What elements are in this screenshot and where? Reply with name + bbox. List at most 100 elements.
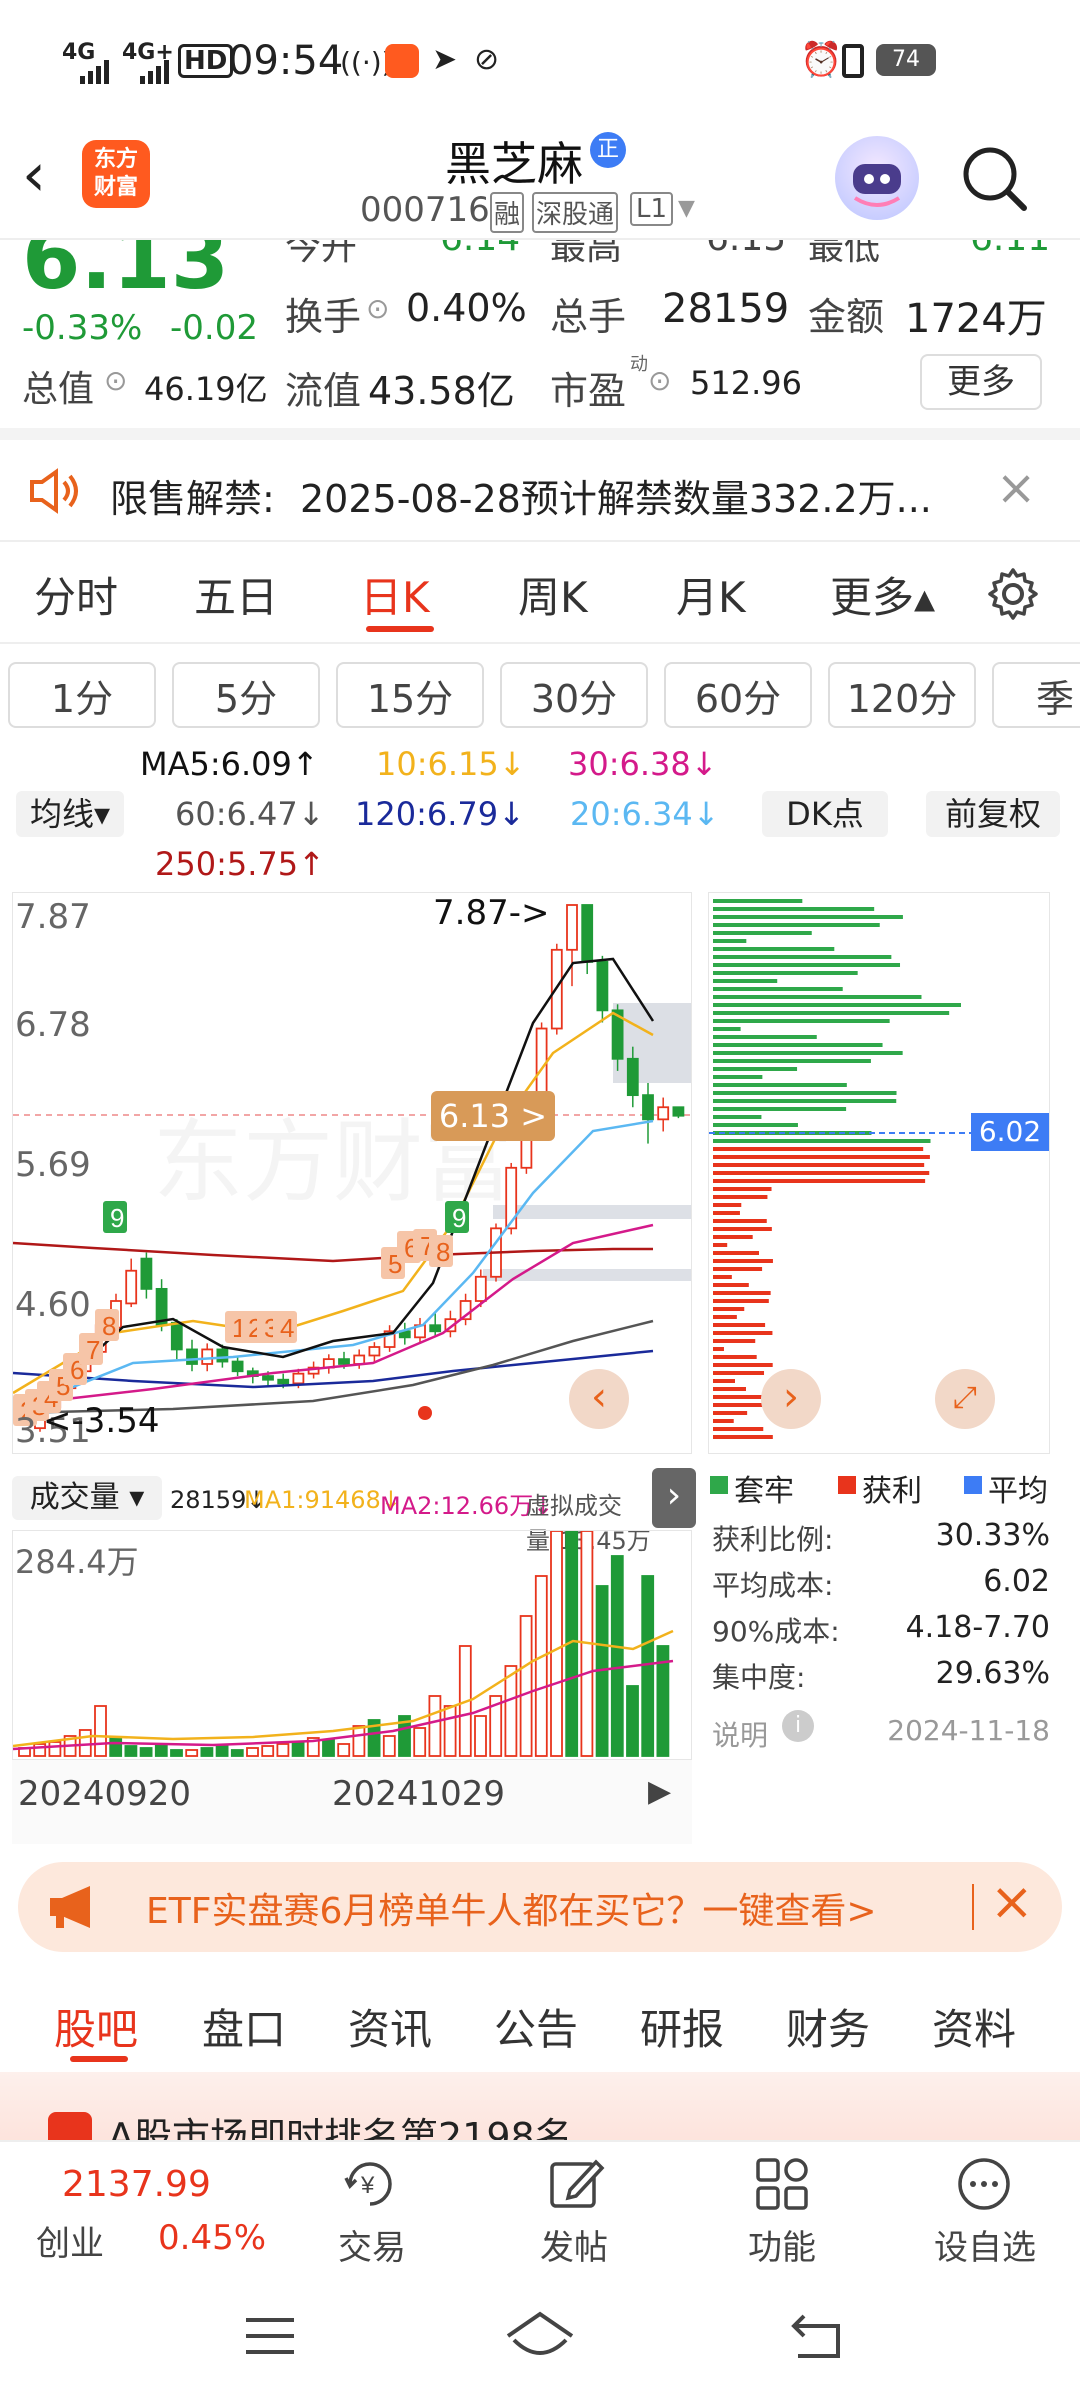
- period-30min[interactable]: 30分: [500, 662, 648, 728]
- grid-function-icon[interactable]: [752, 2154, 812, 2214]
- period-120min[interactable]: 120分: [828, 662, 976, 728]
- avg-cost-value: 6.02: [983, 1564, 1050, 1599]
- period-60min[interactable]: 60分: [664, 662, 812, 728]
- mktcap-label: 总值: [22, 369, 95, 410]
- tab-research[interactable]: 研报: [640, 1996, 724, 2057]
- amount-value: 1724万: [905, 296, 1047, 342]
- period-15min[interactable]: 15分: [336, 662, 484, 728]
- speaker-icon: [28, 468, 80, 514]
- tab-orderbook[interactable]: 盘口: [202, 1996, 286, 2057]
- amount-label: 金额: [808, 295, 885, 339]
- nav-add-watchlist[interactable]: 设自选: [934, 2220, 1036, 2269]
- chip-bar: [713, 1371, 765, 1375]
- collapse-arrow-icon[interactable]: ›: [652, 1468, 696, 1528]
- back-icon[interactable]: [790, 2312, 846, 2360]
- dropdown-arrow-icon[interactable]: ▼: [678, 196, 695, 221]
- lockup-notice[interactable]: 限售解禁: 2025-08-28预计解禁数量332.2万... ×: [0, 440, 1080, 540]
- content-tab-indicator: [70, 2056, 128, 2062]
- chip-bar: [713, 1379, 735, 1383]
- legend-swatch-blue: [964, 1476, 982, 1494]
- chip-bar: [713, 1291, 771, 1295]
- tag-connect: 深股通: [532, 192, 619, 233]
- info-icon-3[interactable]: ⊙: [648, 364, 671, 397]
- clock: 09:54: [228, 38, 344, 84]
- volume-bar: [139, 1747, 153, 1757]
- indicator-selector[interactable]: 成交量 ▾: [12, 1476, 162, 1520]
- index-name[interactable]: 创业: [36, 2216, 104, 2265]
- chip-bar: [713, 1419, 734, 1423]
- chip-bar: [713, 915, 903, 919]
- banner-close-icon[interactable]: ×: [990, 1872, 1034, 1932]
- nav-function[interactable]: 功能: [748, 2220, 816, 2269]
- tab-profile[interactable]: 资料: [932, 1996, 1016, 2057]
- volume-bar: [124, 1745, 138, 1757]
- info-icon-4[interactable]: i: [782, 1710, 814, 1742]
- back-arrow-icon[interactable]: ‹: [22, 145, 46, 205]
- home-icon[interactable]: [504, 2310, 576, 2362]
- period-quarter[interactable]: 季: [992, 662, 1080, 728]
- tab-more[interactable]: 更多▴: [830, 564, 935, 625]
- chip-bar: [713, 1299, 769, 1303]
- tab-daily-k[interactable]: 日K: [360, 564, 430, 625]
- scroll-left-button[interactable]: ‹: [569, 1369, 629, 1429]
- expand-icon[interactable]: ⤢: [935, 1369, 995, 1429]
- yuan-trade-icon[interactable]: ¥: [340, 2154, 400, 2214]
- legend-avg: 平均: [988, 1474, 1048, 1509]
- chip-bar: [713, 1411, 748, 1415]
- ranking-strip[interactable]: A股市场即时排名第2198名: [0, 2072, 1080, 2142]
- search-icon[interactable]: [958, 142, 1030, 214]
- volume-bar: [610, 1555, 624, 1757]
- ma-selector[interactable]: 均线▾: [16, 791, 124, 837]
- tab-news[interactable]: 资讯: [348, 1996, 432, 2057]
- dk-point-button[interactable]: DK点: [762, 791, 888, 837]
- price-adjust-button[interactable]: 前复权: [926, 791, 1060, 837]
- more-button[interactable]: 更多: [920, 354, 1042, 410]
- play-icon[interactable]: ▶: [648, 1774, 671, 1809]
- content-tabs: 股吧 盘口 资讯 公告 研报 财务 资料: [0, 1966, 1080, 2076]
- tab-finance[interactable]: 财务: [786, 1996, 870, 2057]
- tab-five-day[interactable]: 五日: [194, 564, 278, 625]
- hd-icon: HD: [178, 44, 234, 78]
- chip-bar: [713, 1235, 753, 1239]
- edit-post-icon[interactable]: [546, 2154, 606, 2214]
- quote-panel: 6.13 今开 6.14 最高 6.15 最低 6.11 -0.33% -0.0…: [0, 240, 1080, 428]
- high-value: 6.15: [706, 240, 786, 259]
- candle: [292, 1372, 305, 1385]
- stock-code: 000716: [360, 190, 490, 230]
- chip-distribution: 6.02 › ⤢: [708, 892, 1050, 1454]
- tab-forum[interactable]: 股吧: [54, 1996, 138, 2057]
- chip-bar: [713, 1195, 768, 1199]
- profit-ratio-value: 30.33%: [935, 1518, 1050, 1553]
- tab-announcements[interactable]: 公告: [494, 1996, 578, 2057]
- menu-icon[interactable]: [244, 2316, 296, 2356]
- volume-bar: [200, 1747, 214, 1757]
- vol-ma1: MA1:91468↓: [244, 1486, 401, 1514]
- profit-ratio-label: 获利比例:: [712, 1523, 834, 1556]
- note-label[interactable]: 说明: [712, 1714, 768, 1754]
- info-icon-2[interactable]: ⊙: [104, 364, 127, 397]
- tag-level: L1: [630, 192, 674, 226]
- chip-bar: [713, 987, 843, 991]
- current-price-tag: 6.13 >: [431, 1091, 555, 1141]
- nav-post[interactable]: 发帖: [540, 2220, 608, 2269]
- promo-banner[interactable]: ETF实盘赛6月榜单牛人都在买它？一键查看> ×: [18, 1862, 1062, 1952]
- more-dots-icon[interactable]: [954, 2154, 1014, 2214]
- alarm-icon: ⏰: [800, 40, 843, 80]
- info-icon[interactable]: ⊙: [366, 292, 389, 325]
- x-axis-mid: 20241029: [332, 1774, 506, 1814]
- chip-bar: [713, 1187, 772, 1191]
- system-nav-bar: [0, 2272, 1080, 2400]
- tab-intraday[interactable]: 分时: [34, 564, 118, 625]
- kline-chart[interactable]: 东方财富 23456789123456789 7.87 6.78 5.69 4.…: [12, 892, 692, 1454]
- robot-assistant-icon[interactable]: [835, 136, 919, 220]
- settings-gear-icon[interactable]: [985, 566, 1041, 622]
- close-icon[interactable]: ×: [996, 460, 1036, 516]
- nav-trade[interactable]: 交易: [338, 2220, 406, 2269]
- concentration-value: 29.63%: [935, 1656, 1050, 1691]
- period-1min[interactable]: 1分: [8, 662, 156, 728]
- scroll-right-button[interactable]: ›: [761, 1369, 821, 1429]
- period-5min[interactable]: 5分: [172, 662, 320, 728]
- chip-bar: [713, 1267, 763, 1271]
- tab-monthly-k[interactable]: 月K: [676, 564, 746, 625]
- tab-weekly-k[interactable]: 周K: [518, 564, 588, 625]
